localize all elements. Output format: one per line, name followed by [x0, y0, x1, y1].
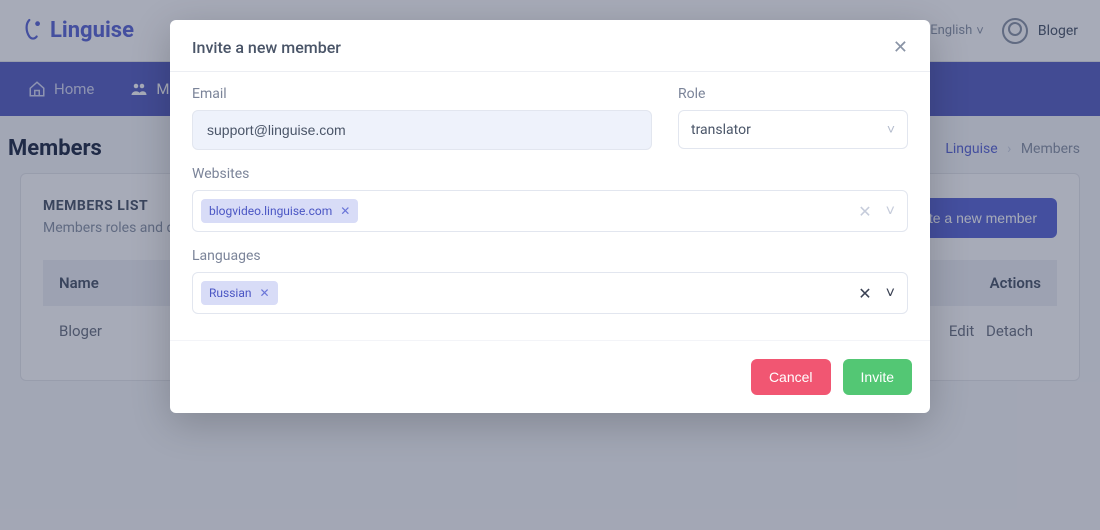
- invite-button[interactable]: Invite: [843, 359, 912, 395]
- modal-title: Invite a new member: [192, 38, 341, 57]
- websites-label: Websites: [192, 166, 908, 182]
- close-icon[interactable]: ✕: [893, 39, 908, 57]
- website-chip: blogvideo.linguise.com ✕: [201, 199, 358, 223]
- cancel-button[interactable]: Cancel: [751, 359, 831, 395]
- languages-label: Languages: [192, 248, 908, 264]
- clear-icon[interactable]: ✕: [858, 284, 871, 303]
- remove-chip-icon[interactable]: ✕: [340, 204, 350, 218]
- website-chip-label: blogvideo.linguise.com: [209, 204, 332, 218]
- email-field[interactable]: [192, 110, 652, 150]
- remove-chip-icon[interactable]: ✕: [259, 286, 269, 300]
- role-value: translator: [691, 122, 751, 138]
- invite-member-modal: Invite a new member ✕ Email Role transla…: [170, 20, 930, 413]
- chevron-down-icon[interactable]: ˅: [886, 283, 895, 303]
- role-select[interactable]: translator ˅: [678, 110, 908, 149]
- modal-overlay[interactable]: Invite a new member ✕ Email Role transla…: [0, 0, 1100, 530]
- email-label: Email: [192, 86, 652, 102]
- language-chip: Russian ✕: [201, 281, 278, 305]
- chevron-down-icon: ˅: [887, 121, 895, 138]
- languages-multiselect[interactable]: Russian ✕ ✕ ˅: [192, 272, 908, 314]
- language-chip-label: Russian: [209, 286, 251, 300]
- websites-multiselect[interactable]: blogvideo.linguise.com ✕ ✕ ˅: [192, 190, 908, 232]
- chevron-down-icon[interactable]: ˅: [886, 201, 895, 221]
- clear-icon[interactable]: ✕: [858, 202, 871, 221]
- role-label: Role: [678, 86, 908, 102]
